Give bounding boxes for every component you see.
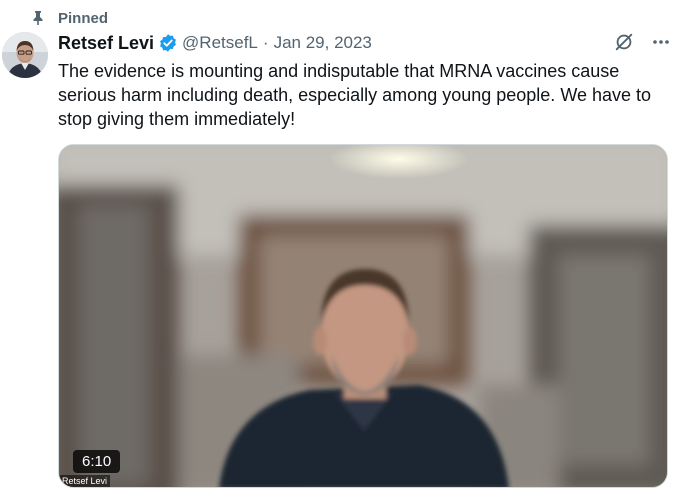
tweet-header: Retsef Levi @RetsefL · Jan 29, 2023 xyxy=(58,31,372,55)
header-separator: · xyxy=(262,33,269,52)
pin-icon xyxy=(33,11,43,25)
video-player[interactable]: 6:10 Retsef Levi xyxy=(58,144,668,488)
pinned-indicator: Pinned xyxy=(30,8,108,28)
grok-icon[interactable] xyxy=(613,31,635,53)
author-handle[interactable]: @RetsefL xyxy=(182,33,258,53)
video-thumbnail xyxy=(59,145,667,487)
author-display-name[interactable]: Retsef Levi xyxy=(58,33,154,54)
verified-badge-icon xyxy=(160,34,176,52)
tweet-text: The evidence is mounting and indisputabl… xyxy=(58,61,652,129)
tweet-date[interactable]: Jan 29, 2023 xyxy=(274,33,372,53)
tweet-actions xyxy=(613,31,671,53)
avatar[interactable] xyxy=(2,32,48,78)
speaker-name-tag: Retsef Levi xyxy=(59,475,111,487)
video-duration-badge: 6:10 xyxy=(73,450,121,473)
pinned-label: Pinned xyxy=(58,9,109,27)
more-icon[interactable] xyxy=(651,32,671,52)
